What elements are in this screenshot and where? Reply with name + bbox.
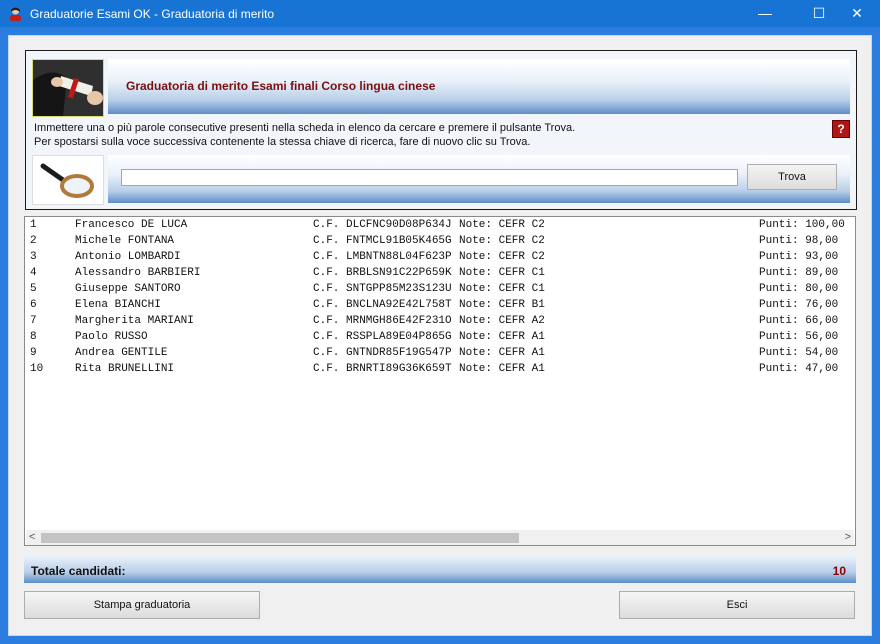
candidate-name: Giuseppe SANTORO <box>75 283 181 295</box>
diploma-icon <box>33 60 103 116</box>
candidate-note: Note: CEFR A1 <box>459 347 545 359</box>
fiscal-code: C.F. BRNRTI89G36K659T <box>313 363 452 375</box>
candidate-note: Note: CEFR A1 <box>459 331 545 343</box>
candidate-note: Note: CEFR A2 <box>459 315 545 327</box>
fiscal-code: C.F. DLCFNC90D08P634J <box>313 219 452 231</box>
list-item[interactable]: 10 Rita BRUNELLINI C.F. BRNRTI89G36K659T No… <box>25 361 855 377</box>
find-button[interactable]: Trova <box>747 164 837 190</box>
rank-number: 1 <box>30 219 37 231</box>
candidate-note: Note: CEFR C2 <box>459 235 545 247</box>
fiscal-code: C.F. FNTMCL91B05K465G <box>313 235 452 247</box>
candidate-name: Paolo RUSSO <box>75 331 148 343</box>
candidate-points: Punti: 80,00 <box>759 283 839 295</box>
title-bar: Graduatorie Esami OK - Graduatoria di me… <box>0 0 880 27</box>
scroll-left-icon[interactable]: < <box>29 531 35 543</box>
list-item[interactable]: 2 Michele FONTANA C.F. FNTMCL91B05K465G Not… <box>25 233 855 249</box>
list-item[interactable]: 7 Margherita MARIANI C.F. MRNMGH86E42F231O… <box>25 313 855 329</box>
instruction-text-2: Per spostarsi sulla voce successiva cont… <box>34 136 531 148</box>
fiscal-code: C.F. BRBLSN91C22P659K <box>313 267 452 279</box>
candidate-name: Andrea GENTILE <box>75 347 168 359</box>
fiscal-code: C.F. SNTGPP85M23S123U <box>313 283 452 295</box>
fiscal-code: C.F. GNTNDR85F19G547P <box>313 347 452 359</box>
rank-number: 3 <box>30 251 37 263</box>
candidate-points: Punti: 56,00 <box>759 331 839 343</box>
total-band: Totale candidati: 10 <box>24 556 856 583</box>
candidate-points: Punti: 47,00 <box>759 363 839 375</box>
list-item[interactable]: 5 Giuseppe SANTORO C.F. SNTGPP85M23S123U No… <box>25 281 855 297</box>
list-item[interactable]: 8 Paolo RUSSO C.F. RSSPLA89E04P865G Note: C… <box>25 329 855 345</box>
candidate-name: Rita BRUNELLINI <box>75 363 175 375</box>
candidate-name: Margherita MARIANI <box>75 315 194 327</box>
main-frame: Graduatoria di merito Esami finali Corso… <box>8 35 872 636</box>
list-item[interactable]: 1 Francesco DE LUCA C.F. DLCFNC90D08P634J N… <box>25 217 855 233</box>
rank-number: 2 <box>30 235 37 247</box>
graduation-photo <box>32 59 104 117</box>
rank-number: 7 <box>30 315 37 327</box>
rank-number: 9 <box>30 347 37 359</box>
total-label: Totale candidati: <box>31 564 126 578</box>
print-ranking-button[interactable]: Stampa graduatoria <box>24 591 260 619</box>
app-window: Graduatorie Esami OK - Graduatoria di me… <box>0 0 880 644</box>
fiscal-code: C.F. RSSPLA89E04P865G <box>313 331 452 343</box>
magnifier-box <box>32 155 104 205</box>
candidate-note: Note: CEFR C1 <box>459 283 545 295</box>
search-band: Trova <box>108 155 850 203</box>
horizontal-scrollbar[interactable]: < > <box>26 530 854 545</box>
rank-number: 4 <box>30 267 37 279</box>
candidate-name: Antonio LOMBARDI <box>75 251 181 263</box>
candidate-name: Alessandro BARBIERI <box>75 267 201 279</box>
app-icon <box>10 7 21 21</box>
title-banner: Graduatoria di merito Esami finali Corso… <box>108 59 850 114</box>
candidate-note: Note: CEFR A1 <box>459 363 545 375</box>
list-item[interactable]: 9 Andrea GENTILE C.F. GNTNDR85F19G547P Note… <box>25 345 855 361</box>
candidate-points: Punti: 89,00 <box>759 267 839 279</box>
candidate-points: Punti: 98,00 <box>759 235 839 247</box>
candidate-name: Francesco DE LUCA <box>75 219 188 231</box>
fiscal-code: C.F. LMBNTN88L04F623P <box>313 251 452 263</box>
fiscal-code: C.F. MRNMGH86E42F231O <box>313 315 452 327</box>
candidate-points: Punti: 54,00 <box>759 347 839 359</box>
magnifier-icon <box>40 163 94 198</box>
candidate-points: Punti: 100,00 <box>759 219 845 231</box>
list-item[interactable]: 4 Alessandro BARBIERI C.F. BRBLSN91C22P659… <box>25 265 855 281</box>
total-value: 10 <box>832 564 846 578</box>
banner-title: Graduatoria di merito Esami finali Corso… <box>126 79 436 93</box>
rank-number: 10 <box>30 363 44 375</box>
exit-button[interactable]: Esci <box>619 591 855 619</box>
ranking-list[interactable]: 1 Francesco DE LUCA C.F. DLCFNC90D08P634J N… <box>24 216 856 546</box>
rank-number: 6 <box>30 299 37 311</box>
candidate-note: Note: CEFR C1 <box>459 267 545 279</box>
candidate-note: Note: CEFR B1 <box>459 299 545 311</box>
header-panel: Graduatoria di merito Esami finali Corso… <box>25 50 857 210</box>
candidate-points: Punti: 93,00 <box>759 251 839 263</box>
candidate-name: Michele FONTANA <box>75 235 175 247</box>
instruction-text-1: Immettere una o più parole consecutive p… <box>34 122 576 134</box>
candidate-note: Note: CEFR C2 <box>459 219 545 231</box>
candidate-points: Punti: 76,00 <box>759 299 839 311</box>
window-title: Graduatorie Esami OK - Graduatoria di me… <box>30 7 275 21</box>
candidate-note: Note: CEFR C2 <box>459 251 545 263</box>
rank-number: 5 <box>30 283 37 295</box>
minimize-button[interactable]: — <box>742 0 788 27</box>
rank-number: 8 <box>30 331 37 343</box>
candidate-name: Elena BIANCHI <box>75 299 161 311</box>
candidate-points: Punti: 66,00 <box>759 315 839 327</box>
close-button[interactable]: ✕ <box>834 0 880 27</box>
search-input[interactable] <box>121 169 738 186</box>
scrollbar-thumb[interactable] <box>41 533 519 543</box>
fiscal-code: C.F. BNCLNA92E42L758T <box>313 299 452 311</box>
help-icon[interactable]: ? <box>832 120 850 138</box>
scroll-right-icon[interactable]: > <box>845 531 851 543</box>
list-item[interactable]: 3 Antonio LOMBARDI C.F. LMBNTN88L04F623P No… <box>25 249 855 265</box>
list-item[interactable]: 6 Elena BIANCHI C.F. BNCLNA92E42L758T Note:… <box>25 297 855 313</box>
